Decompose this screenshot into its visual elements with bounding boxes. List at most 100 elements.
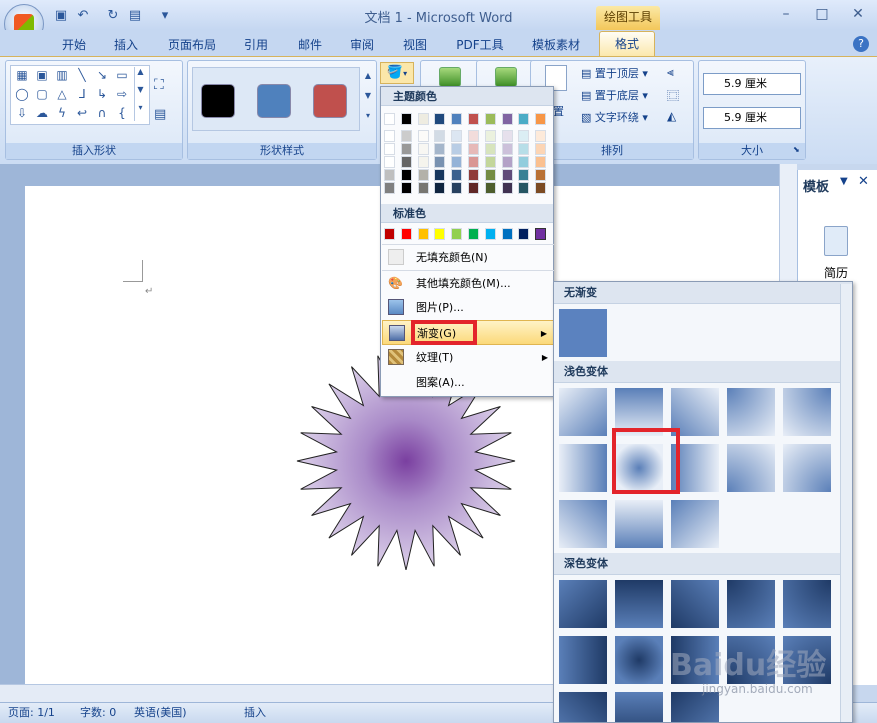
- group-objects-icon[interactable]: ⿴: [667, 87, 679, 104]
- shape-line-icon[interactable]: ╲: [73, 68, 91, 82]
- status-words[interactable]: 字数: 0: [80, 703, 116, 723]
- tab-references[interactable]: 引用: [234, 34, 278, 56]
- standard-color-swatch[interactable]: [501, 228, 513, 240]
- theme-shade-swatch[interactable]: [434, 143, 446, 155]
- theme-shade-swatch[interactable]: [384, 130, 395, 142]
- style-red-swatch[interactable]: [313, 84, 347, 118]
- theme-shade-swatch[interactable]: [468, 143, 479, 155]
- 3d-effects-icon[interactable]: [495, 67, 517, 87]
- style-black-swatch[interactable]: [201, 84, 235, 118]
- tab-page-layout[interactable]: 页面布局: [160, 34, 224, 56]
- help-icon[interactable]: ?: [853, 36, 869, 52]
- standard-color-swatch[interactable]: [468, 228, 479, 240]
- light-gradient-tile[interactable]: [727, 388, 775, 436]
- dark-gradient-tile[interactable]: [615, 692, 663, 722]
- theme-color-swatch[interactable]: [468, 113, 479, 125]
- standard-color-swatch[interactable]: [400, 228, 412, 240]
- tab-view[interactable]: 视图: [393, 34, 437, 56]
- dark-gradient-tile[interactable]: [727, 580, 775, 628]
- theme-shade-swatch[interactable]: [468, 156, 479, 168]
- no-fill-item[interactable]: 无填充颜色(N): [382, 244, 554, 269]
- shape-fill-button[interactable]: 🪣▾: [380, 62, 414, 84]
- shape-right-arrow-icon[interactable]: ⇨: [113, 87, 131, 101]
- texture-fill-item[interactable]: 纹理(T) ▶: [382, 345, 554, 370]
- undo-icon[interactable]: ↶: [74, 8, 92, 24]
- save-icon[interactable]: ▣: [52, 8, 70, 24]
- theme-shade-swatch[interactable]: [434, 156, 446, 168]
- dark-gradient-tile[interactable]: [671, 580, 719, 628]
- theme-shade-swatch[interactable]: [501, 143, 513, 155]
- gradient-fill-item[interactable]: 渐变(G) ▶: [382, 320, 554, 345]
- send-to-back-button[interactable]: ▤ 置于底层 ▾: [581, 87, 648, 103]
- shapes-scroll[interactable]: ▲ ▼ ▾: [134, 67, 146, 121]
- edit-shape-icon[interactable]: ⛶: [154, 77, 164, 93]
- tab-pdf-tools[interactable]: PDF工具: [450, 34, 510, 56]
- status-page[interactable]: 页面: 1/1: [8, 703, 55, 723]
- size-dialog-launcher-icon[interactable]: ⬊: [793, 145, 800, 154]
- theme-shade-swatch[interactable]: [468, 182, 479, 194]
- theme-color-swatch[interactable]: [501, 113, 513, 125]
- theme-shade-swatch[interactable]: [451, 143, 463, 155]
- theme-color-swatch[interactable]: [434, 113, 446, 125]
- shadow-effects-icon[interactable]: [439, 67, 461, 87]
- theme-color-swatch[interactable]: [400, 113, 412, 125]
- tab-mailings[interactable]: 邮件: [288, 34, 332, 56]
- theme-shade-swatch[interactable]: [451, 182, 463, 194]
- status-language[interactable]: 英语(美国): [134, 703, 187, 723]
- dark-gradient-tile[interactable]: [559, 580, 607, 628]
- theme-shade-swatch[interactable]: [400, 169, 412, 181]
- theme-shade-swatch[interactable]: [400, 182, 412, 194]
- dark-gradient-tile[interactable]: [671, 692, 719, 722]
- theme-shade-swatch[interactable]: [400, 143, 412, 155]
- theme-shade-swatch[interactable]: [484, 156, 496, 168]
- standard-color-swatch[interactable]: [434, 228, 446, 240]
- dark-gradient-tile[interactable]: [559, 692, 607, 722]
- theme-shade-swatch[interactable]: [434, 130, 446, 142]
- picture-fill-item[interactable]: 图片(P)...: [382, 295, 554, 320]
- theme-color-swatch[interactable]: [417, 113, 429, 125]
- shape-curve-icon[interactable]: ↩: [73, 106, 91, 120]
- dark-gradient-tile[interactable]: [615, 636, 663, 684]
- tab-home[interactable]: 开始: [52, 34, 96, 56]
- standard-color-swatch[interactable]: [451, 228, 463, 240]
- resume-label[interactable]: 简历: [824, 264, 848, 281]
- position-label[interactable]: 置: [553, 103, 564, 119]
- theme-shade-swatch[interactable]: [535, 143, 547, 155]
- align-icon[interactable]: ⫷: [667, 65, 674, 80]
- theme-shade-swatch[interactable]: [468, 130, 479, 142]
- tab-format[interactable]: 格式: [599, 31, 655, 57]
- rotate-icon[interactable]: ◭: [667, 109, 676, 123]
- theme-shade-swatch[interactable]: [484, 169, 496, 181]
- theme-shade-swatch[interactable]: [518, 130, 530, 142]
- theme-shade-swatch[interactable]: [535, 169, 547, 181]
- theme-shade-swatch[interactable]: [451, 130, 463, 142]
- theme-color-swatch[interactable]: [518, 113, 530, 125]
- height-input[interactable]: 5.9 厘米: [703, 73, 801, 95]
- shape-lightning-icon[interactable]: ϟ: [53, 106, 71, 120]
- text-wrap-button[interactable]: ▧ 文字环绕 ▾: [581, 109, 648, 125]
- shape-textbox-icon[interactable]: ▦: [13, 68, 31, 82]
- shape-rounded-rect-icon[interactable]: ▢: [33, 87, 51, 101]
- theme-shade-swatch[interactable]: [501, 130, 513, 142]
- shape-vertical-textbox-icon[interactable]: ▥: [53, 68, 71, 82]
- theme-shade-swatch[interactable]: [417, 182, 429, 194]
- resume-icon[interactable]: [824, 226, 848, 256]
- close-button[interactable]: ✕: [840, 3, 876, 25]
- light-gradient-tile[interactable]: [615, 500, 663, 548]
- shape-elbow-icon[interactable]: ᒧ: [73, 87, 91, 101]
- qat-customize-icon[interactable]: ▾: [156, 8, 174, 24]
- status-insert-mode[interactable]: 插入: [244, 703, 266, 723]
- shape-elbow-arrow-icon[interactable]: ↳: [93, 87, 111, 101]
- theme-shade-swatch[interactable]: [384, 143, 395, 155]
- pattern-fill-item[interactable]: 图案(A)...: [382, 370, 554, 395]
- theme-shade-swatch[interactable]: [518, 169, 530, 181]
- theme-shade-swatch[interactable]: [451, 169, 463, 181]
- theme-color-swatch[interactable]: [484, 113, 496, 125]
- theme-color-swatch[interactable]: [384, 113, 395, 125]
- theme-shade-swatch[interactable]: [518, 156, 530, 168]
- tab-insert[interactable]: 插入: [104, 34, 148, 56]
- style-blue-swatch[interactable]: [257, 84, 291, 118]
- print-icon[interactable]: ▤: [126, 8, 144, 24]
- standard-color-swatch[interactable]: [518, 228, 530, 240]
- theme-shade-swatch[interactable]: [484, 143, 496, 155]
